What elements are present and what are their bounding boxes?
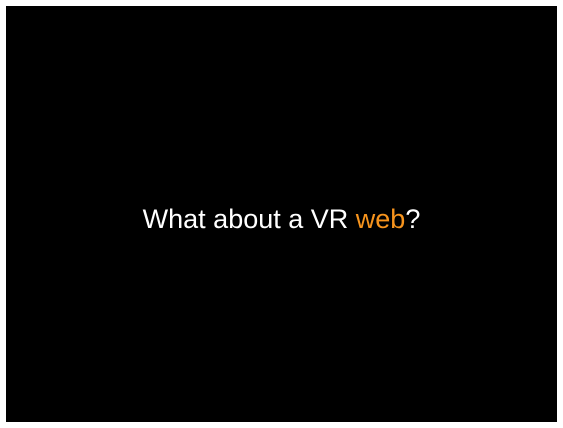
heading-text-before: What about a VR [142,204,356,234]
presentation-slide: What about a VR web? [6,6,557,422]
heading-text-after: ? [405,204,421,234]
slide-heading: What about a VR web? [6,202,557,236]
heading-highlight-word: web [355,204,406,234]
